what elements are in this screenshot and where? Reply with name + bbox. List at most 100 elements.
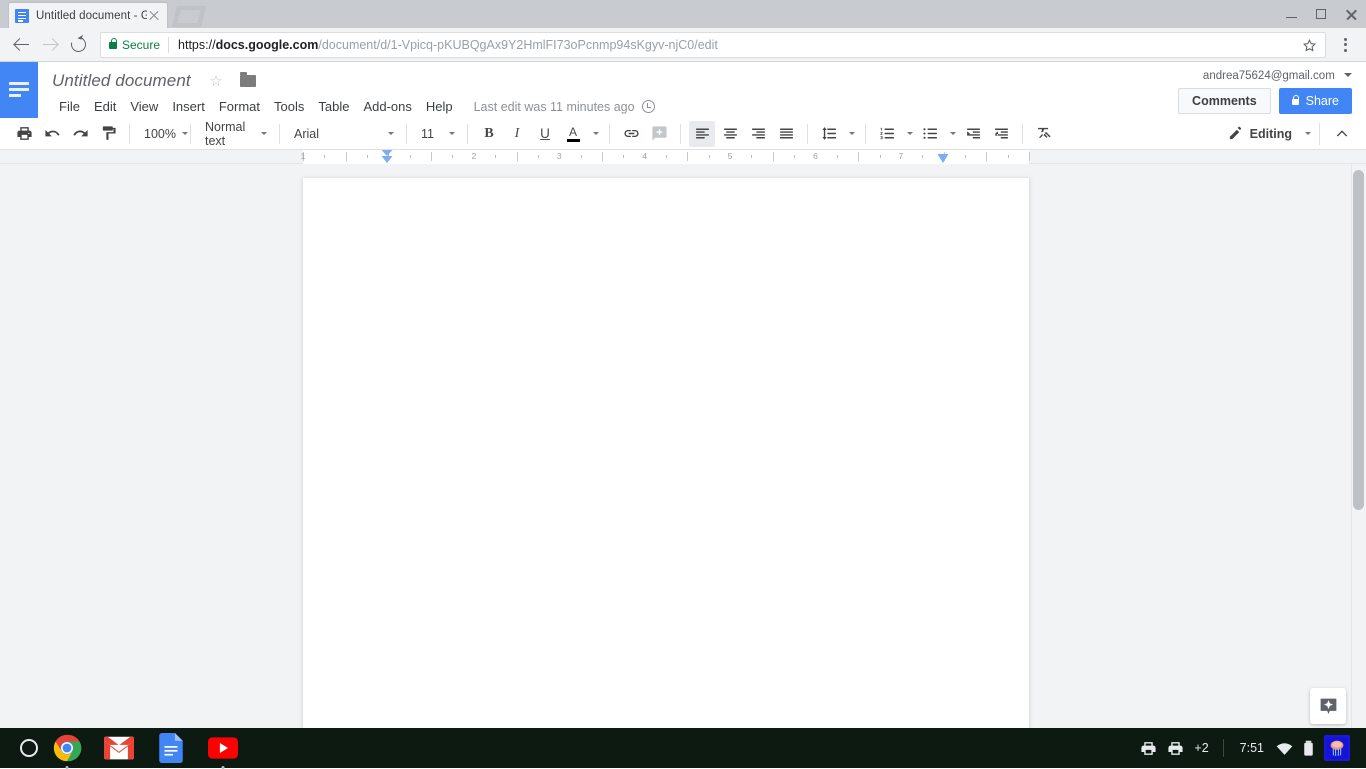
- back-button[interactable]: [8, 31, 36, 59]
- decrease-indent-button[interactable]: [960, 121, 986, 147]
- document-page[interactable]: [303, 178, 1029, 742]
- align-justify-button[interactable]: [773, 121, 799, 147]
- paragraph-style-selector[interactable]: Normal text: [199, 121, 271, 147]
- align-center-button[interactable]: [717, 121, 743, 147]
- google-docs-icon[interactable]: [156, 733, 186, 763]
- menu-edit[interactable]: Edit: [87, 96, 123, 117]
- toolbar-divider: [129, 124, 130, 144]
- document-body[interactable]: [303, 178, 1029, 298]
- document-title[interactable]: Untitled document: [52, 71, 191, 91]
- maximize-button[interactable]: [1306, 0, 1336, 28]
- menu-file[interactable]: File: [52, 96, 87, 117]
- paint-format-button[interactable]: [95, 121, 121, 147]
- font-size-selector[interactable]: 11: [415, 121, 459, 147]
- battery-icon[interactable]: [1303, 740, 1314, 757]
- clock[interactable]: 7:51: [1240, 741, 1264, 755]
- forward-button[interactable]: [36, 31, 64, 59]
- bookmark-star-icon[interactable]: [1302, 38, 1317, 53]
- close-icon[interactable]: [147, 9, 161, 23]
- youtube-icon[interactable]: [208, 733, 238, 763]
- tray-overflow-count[interactable]: +2: [1194, 741, 1208, 755]
- user-avatar[interactable]: [1324, 735, 1350, 761]
- vertical-scrollbar[interactable]: [1351, 164, 1366, 742]
- increase-indent-button[interactable]: [988, 121, 1014, 147]
- ruler-number: 4: [642, 151, 647, 161]
- window-close-button[interactable]: [1336, 0, 1366, 28]
- last-edit-status[interactable]: Last edit was 11 minutes ago: [474, 100, 635, 114]
- menu-help[interactable]: Help: [419, 96, 460, 117]
- print-icon: [16, 125, 33, 142]
- menu-format[interactable]: Format: [212, 96, 267, 117]
- move-to-folder-icon[interactable]: [240, 75, 256, 87]
- pencil-icon: [1228, 126, 1243, 141]
- print-button[interactable]: [11, 121, 37, 147]
- italic-button[interactable]: I: [504, 121, 530, 147]
- wifi-icon[interactable]: [1276, 740, 1293, 757]
- scrollbar-thumb[interactable]: [1353, 170, 1364, 510]
- explore-button[interactable]: [1310, 688, 1346, 724]
- underline-button[interactable]: U: [532, 121, 558, 147]
- new-tab-button[interactable]: [172, 6, 206, 27]
- undo-button[interactable]: [39, 121, 65, 147]
- share-button[interactable]: Share: [1279, 88, 1352, 114]
- url-path: /document/d/1-Vpicq-pKUBQgAx9Y2HmlFI73oP…: [318, 38, 718, 52]
- numbered-list-icon: [879, 125, 896, 142]
- zoom-selector[interactable]: 100%: [138, 121, 182, 147]
- docs-menu-bar: File Edit View Insert Format Tools Table…: [52, 96, 1366, 117]
- toolbar-divider: [1022, 124, 1023, 144]
- chevron-down-icon[interactable]: [950, 132, 956, 135]
- bold-button[interactable]: B: [476, 121, 502, 147]
- numbered-list-button[interactable]: [874, 121, 900, 147]
- chrome-icon[interactable]: [52, 733, 82, 763]
- printer-icon[interactable]: [1140, 740, 1157, 757]
- align-center-icon: [722, 125, 739, 142]
- header-buttons: Comments Share: [1178, 88, 1352, 114]
- account-row[interactable]: andrea75624@gmail.com: [1178, 70, 1352, 82]
- add-comment-button[interactable]: [646, 121, 672, 147]
- reload-button[interactable]: [64, 31, 92, 59]
- chrome-menu-button[interactable]: [1332, 31, 1358, 59]
- address-bar[interactable]: Secure https://docs.google.com/document/…: [100, 32, 1326, 58]
- ruler-number: 1: [301, 151, 306, 161]
- font-family-selector[interactable]: Arial: [288, 121, 398, 147]
- browser-tab[interactable]: Untitled document - Goo: [8, 2, 168, 28]
- chevron-down-icon[interactable]: [1305, 132, 1311, 135]
- reload-icon: [68, 34, 88, 54]
- bulleted-list-button[interactable]: [917, 121, 943, 147]
- chevron-down-icon: [1344, 73, 1352, 77]
- lock-icon: [109, 42, 117, 49]
- google-docs-logo-icon[interactable]: [0, 62, 38, 118]
- text-color-swatch: [567, 139, 580, 142]
- star-icon[interactable]: ☆: [209, 72, 222, 90]
- launcher-button[interactable]: [20, 739, 38, 757]
- clear-formatting-button[interactable]: [1031, 121, 1057, 147]
- shelf-app-list: [52, 733, 238, 763]
- redo-button[interactable]: [67, 121, 93, 147]
- menu-insert[interactable]: Insert: [165, 96, 212, 117]
- back-arrow-icon: [14, 37, 30, 53]
- version-history-icon[interactable]: [642, 100, 655, 113]
- logo-line: [9, 82, 29, 85]
- insert-link-icon: [623, 125, 640, 142]
- align-left-button[interactable]: [689, 121, 715, 147]
- menu-table[interactable]: Table: [311, 96, 356, 117]
- gmail-icon[interactable]: [104, 733, 134, 763]
- document-canvas: [0, 164, 1366, 742]
- minimize-button[interactable]: [1276, 0, 1306, 28]
- chevron-down-icon[interactable]: [849, 132, 855, 135]
- chevron-down-icon[interactable]: [907, 132, 913, 135]
- menu-tools[interactable]: Tools: [267, 96, 311, 117]
- document-ruler[interactable]: 12345671: [0, 150, 1366, 164]
- menu-add-ons[interactable]: Add-ons: [356, 96, 418, 117]
- insert-link-button[interactable]: [618, 121, 644, 147]
- collapse-toolbar-button[interactable]: [1329, 121, 1355, 147]
- comments-button[interactable]: Comments: [1178, 88, 1271, 114]
- text-color-button[interactable]: A: [560, 121, 586, 147]
- printer-icon[interactable]: [1167, 740, 1184, 757]
- chevron-down-icon[interactable]: [593, 132, 599, 135]
- align-right-button[interactable]: [745, 121, 771, 147]
- line-spacing-button[interactable]: [816, 121, 842, 147]
- font-size-value: 11: [421, 127, 434, 141]
- menu-view[interactable]: View: [123, 96, 165, 117]
- editing-mode-button[interactable]: Editing: [1221, 121, 1299, 147]
